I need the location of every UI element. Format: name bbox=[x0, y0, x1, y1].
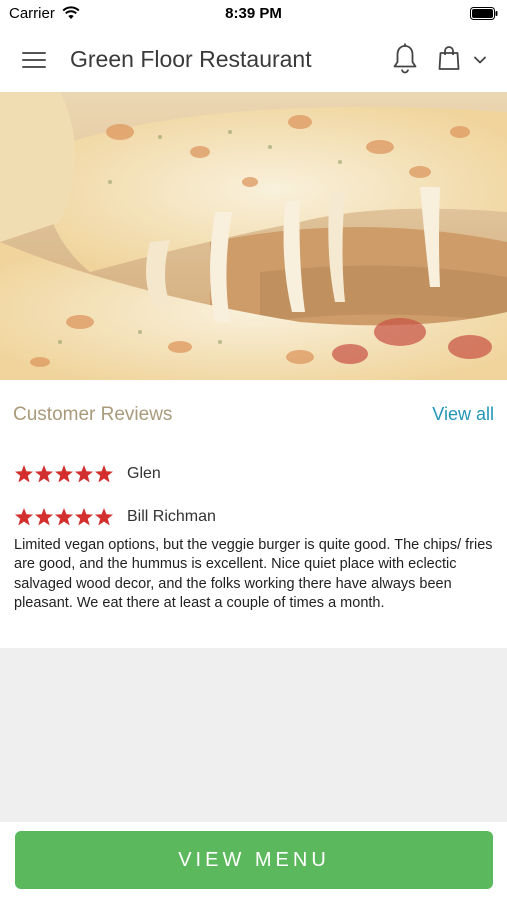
view-menu-button[interactable]: VIEW MENU bbox=[15, 831, 493, 889]
customer-reviews-section: Customer Reviews View all Glen Bill Rich… bbox=[0, 380, 507, 648]
status-time: 8:39 PM bbox=[225, 5, 282, 22]
battery-icon bbox=[470, 7, 498, 20]
bell-icon[interactable] bbox=[391, 43, 419, 75]
review-text: Limited vegan options, but the veggie bu… bbox=[14, 537, 493, 611]
status-bar: Carrier 8:39 PM bbox=[0, 0, 507, 28]
footer: VIEW MENU bbox=[0, 822, 507, 900]
pizza-photo bbox=[0, 92, 507, 380]
section-title: Customer Reviews bbox=[13, 404, 173, 425]
reviewer-name: Bill Richman bbox=[127, 508, 216, 525]
view-all-link[interactable]: View all bbox=[432, 404, 494, 425]
nav-bar: Green Floor Restaurant bbox=[0, 28, 507, 92]
page-title: Green Floor Restaurant bbox=[70, 46, 312, 72]
reviewer-name: Glen bbox=[127, 465, 161, 482]
star-rating bbox=[15, 508, 113, 526]
star-rating bbox=[15, 465, 113, 483]
chevron-down-icon[interactable] bbox=[472, 54, 488, 66]
menu-icon[interactable] bbox=[22, 49, 48, 71]
hero-image bbox=[0, 92, 507, 380]
shopping-bag-icon[interactable] bbox=[437, 45, 461, 71]
